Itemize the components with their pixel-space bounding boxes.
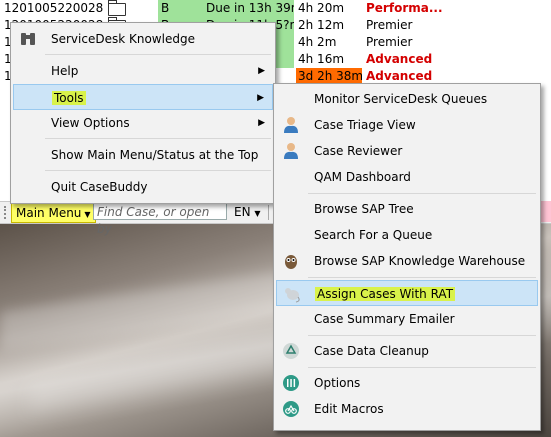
menu-item-quit[interactable]: Quit CaseBuddy (13, 174, 273, 200)
level-cell: Advanced (366, 52, 433, 66)
table-row[interactable]: 120100522002874 B Due in 13h 39m 4h 20m … (0, 0, 551, 17)
owl-icon (285, 255, 297, 269)
menu-item-view-options[interactable]: View Options ▶ (13, 110, 273, 136)
main-menu-button[interactable]: Main Menu ▼ (11, 203, 96, 223)
menu-item-label: Tools (52, 91, 86, 105)
menu-item-label: Browse SAP Knowledge Warehouse (314, 254, 526, 268)
menu-item-label: View Options (51, 116, 130, 130)
level-cell: Premier (366, 35, 413, 49)
menu-item-tools[interactable]: Tools ▶ (13, 84, 273, 110)
toolbar-separator (268, 205, 269, 220)
menu-item-case-summary-emailer[interactable]: Case Summary Emailer (276, 306, 538, 332)
menu-item-label: Case Triage View (314, 118, 416, 132)
menu-item-search-queue[interactable]: Search For a Queue (276, 222, 538, 248)
toolbar-grip[interactable] (4, 206, 8, 219)
menu-item-show-main-menu-top[interactable]: Show Main Menu/Status at the Top (13, 142, 273, 168)
bike-icon (283, 401, 299, 417)
dropdown-arrow-icon: ▼ (84, 210, 91, 219)
menu-separator (308, 193, 536, 194)
menu-item-assign-cases-rat[interactable]: Assign Cases With RAT (276, 280, 538, 306)
person-icon (284, 143, 298, 159)
menu-item-label: Case Summary Emailer (314, 312, 455, 326)
menu-item-qam-dashboard[interactable]: QAM Dashboard (276, 164, 538, 190)
menu-item-browse-knowledge-warehouse[interactable]: Browse SAP Knowledge Warehouse (276, 248, 538, 274)
menu-item-label: Monitor ServiceDesk Queues (314, 92, 488, 106)
tools-submenu: Monitor ServiceDesk Queues Case Triage V… (273, 83, 541, 431)
find-case-input[interactable]: Find Case, or open by (93, 203, 227, 236)
menu-item-servicedesk-knowledge[interactable]: ServiceDesk Knowledge (13, 26, 273, 52)
folder-icon[interactable] (108, 0, 132, 17)
language-selector[interactable]: EN ▼ (232, 203, 261, 221)
dropdown-arrow-icon: ▼ (254, 209, 261, 218)
menu-item-label: Show Main Menu/Status at the Top (51, 148, 259, 162)
menu-item-edit-macros[interactable]: Edit Macros (276, 396, 538, 422)
rat-icon (285, 288, 300, 303)
menu-item-label: ServiceDesk Knowledge (51, 32, 195, 46)
menu-separator (308, 367, 536, 368)
submenu-arrow-icon: ▶ (258, 66, 265, 76)
menu-item-case-data-cleanup[interactable]: Case Data Cleanup (276, 338, 538, 364)
menu-separator (45, 54, 271, 55)
menu-separator (308, 335, 536, 336)
menu-item-browse-sap-tree[interactable]: Browse SAP Tree (276, 196, 538, 222)
age-cell: 4h 16m (298, 52, 345, 66)
menu-item-label: Options (314, 376, 361, 390)
menu-item-label: Case Data Cleanup (314, 344, 429, 358)
person-icon (284, 117, 298, 133)
priority-cell: B (158, 0, 202, 17)
menu-item-options[interactable]: Options (276, 370, 538, 396)
main-menu: ServiceDesk Knowledge Help ▶ Tools ▶ Vie… (10, 22, 276, 204)
age-cell: 2h 12m (298, 18, 345, 32)
language-label: EN (234, 205, 251, 219)
menu-item-case-reviewer[interactable]: Case Reviewer (276, 138, 538, 164)
menu-item-label: Search For a Queue (314, 228, 433, 242)
menu-separator (308, 277, 536, 278)
age-cell: 4h 20m (298, 1, 345, 15)
level-cell: Premier (366, 18, 413, 32)
menu-item-label: QAM Dashboard (314, 170, 411, 184)
menu-item-label: Help (51, 64, 79, 78)
menu-item-help[interactable]: Help ▶ (13, 58, 273, 84)
menu-item-label: Assign Cases With RAT (315, 287, 456, 301)
submenu-arrow-icon: ▶ (258, 118, 265, 128)
main-menu-label: Main Menu (16, 206, 82, 220)
recycle-icon (283, 343, 299, 359)
options-icon (283, 375, 299, 391)
menu-item-label: Browse SAP Tree (314, 202, 414, 216)
menu-item-label: Edit Macros (314, 402, 384, 416)
due-cell: Due in 13h 39m (202, 0, 294, 17)
menu-separator (45, 138, 271, 139)
case-id: 120100522002874 (4, 1, 104, 15)
menu-item-case-triage-view[interactable]: Case Triage View (276, 112, 538, 138)
menu-item-label: Case Reviewer (314, 144, 403, 158)
binoculars-icon (21, 33, 35, 45)
status-indicator (540, 201, 551, 222)
level-cell: Performa... (366, 1, 443, 15)
menu-separator (45, 170, 271, 171)
menu-item-monitor-queues[interactable]: Monitor ServiceDesk Queues (276, 86, 538, 112)
age-cell: 4h 2m (298, 35, 337, 49)
menu-item-label: Quit CaseBuddy (51, 180, 148, 194)
submenu-arrow-icon: ▶ (257, 93, 264, 103)
